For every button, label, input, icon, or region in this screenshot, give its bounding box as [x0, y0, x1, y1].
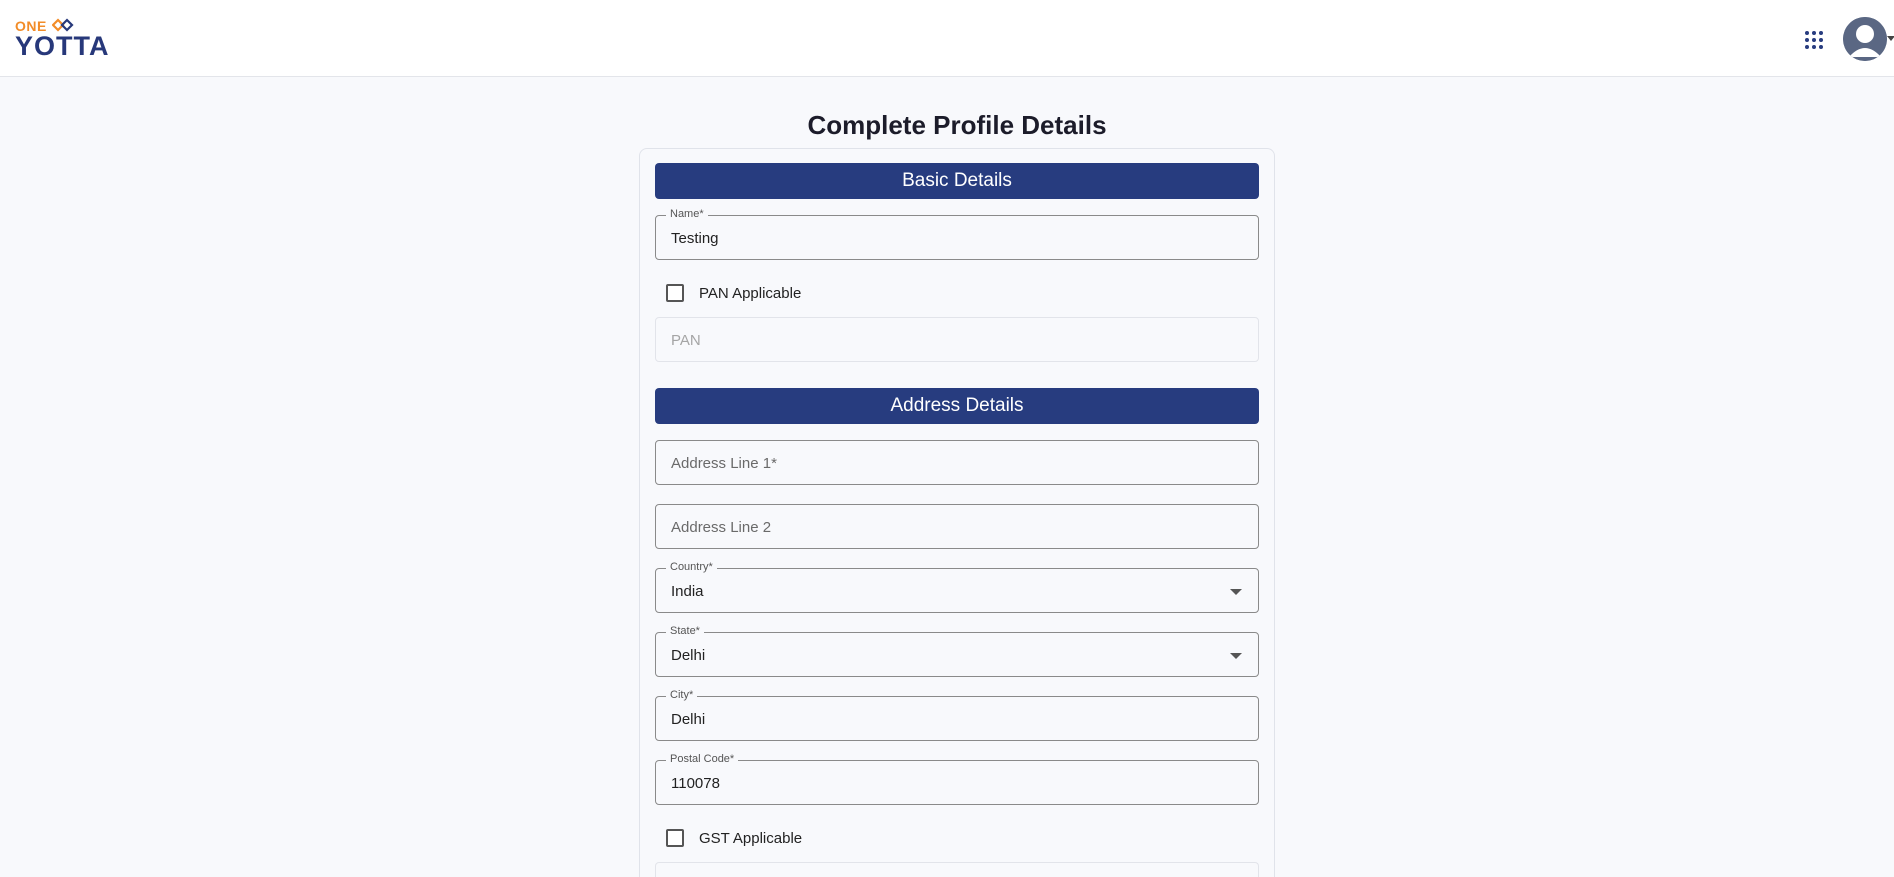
basic-details-header: Basic Details	[655, 163, 1259, 199]
top-navbar: ONE YOTTA	[0, 0, 1894, 77]
pan-field-placeholder: PAN	[671, 332, 701, 349]
address-details-header: Address Details	[655, 388, 1259, 424]
address-line1-placeholder: Address Line 1*	[671, 455, 777, 472]
postal-code-field-value: 110078	[671, 775, 720, 792]
name-field[interactable]: Name* Testing	[655, 208, 1259, 260]
address-line2-placeholder: Address Line 2	[671, 519, 772, 536]
oneyotta-logo[interactable]: ONE YOTTA	[15, 17, 109, 61]
address-line1-field[interactable]: Address Line 1*	[655, 440, 1259, 485]
city-field-value: Delhi	[671, 711, 706, 728]
gst-applicable-checkbox[interactable]: GST Applicable	[666, 827, 802, 849]
state-select-label: State*	[666, 625, 704, 637]
state-select-value: Delhi	[671, 647, 706, 664]
postal-code-field-label: Postal Code*	[666, 753, 739, 765]
avatar-dropdown-caret-icon[interactable]	[1887, 36, 1894, 41]
country-select-label: Country*	[666, 561, 717, 573]
avatar-silhouette-icon	[1843, 17, 1887, 61]
state-select[interactable]: State* Delhi	[655, 625, 1259, 677]
address-line2-field[interactable]: Address Line 2	[655, 504, 1259, 549]
city-field-label: City*	[666, 689, 698, 701]
country-chevron-down-icon[interactable]	[1230, 589, 1242, 595]
name-field-label: Name*	[666, 208, 708, 220]
name-field-value: Testing	[671, 230, 719, 247]
country-select-value: India	[671, 583, 704, 600]
country-select[interactable]: Country* India	[655, 561, 1259, 613]
pan-checkbox-box[interactable]	[666, 284, 684, 302]
postal-code-field[interactable]: Postal Code* 110078	[655, 753, 1259, 805]
page-title: Complete Profile Details	[807, 110, 1107, 140]
gst-checkbox-label: GST Applicable	[699, 829, 803, 847]
city-field[interactable]: City* Delhi	[655, 689, 1259, 741]
gstin-field-partial	[655, 862, 1259, 877]
user-avatar-icon[interactable]	[1843, 17, 1887, 61]
grid-apps-icon[interactable]	[1804, 30, 1824, 50]
logo-diamond-icon	[52, 18, 74, 32]
pan-applicable-checkbox[interactable]: PAN Applicable	[666, 282, 801, 304]
logo-yotta-text: YOTTA	[15, 31, 110, 61]
gst-checkbox-box[interactable]	[666, 829, 684, 847]
state-chevron-down-icon[interactable]	[1230, 653, 1242, 659]
pan-field: PAN	[655, 317, 1259, 362]
pan-checkbox-label: PAN Applicable	[699, 284, 802, 302]
